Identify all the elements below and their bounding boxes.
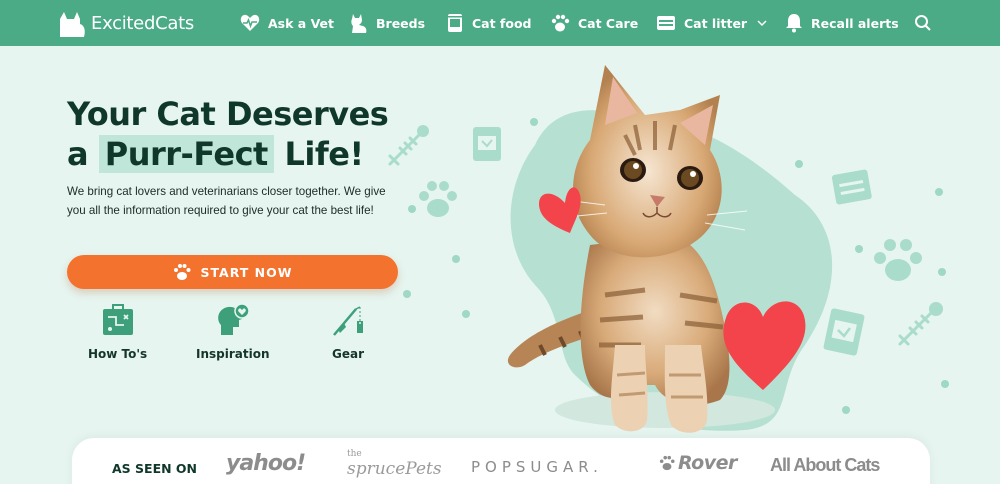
nav-breeds[interactable]: Breeds xyxy=(350,12,425,34)
hero-kitten-illustration xyxy=(507,65,833,433)
category-label: Inspiration xyxy=(196,347,270,361)
category-gear[interactable]: Gear xyxy=(330,303,366,361)
as-seen-on-label: AS SEEN ON xyxy=(112,461,198,476)
brand-logo-yahoo: yahoo! xyxy=(226,451,306,476)
nav-label: Cat food xyxy=(472,15,532,31)
category-label: Gear xyxy=(331,347,364,361)
decor-dot xyxy=(935,188,943,196)
paw-icon xyxy=(551,14,570,32)
nav-label: Ask a Vet xyxy=(268,15,335,31)
hero-title-line2: a Purr-Fect Life! xyxy=(67,134,388,174)
top-nav: ExcitedCats Ask a Vet Breeds Cat food Ca… xyxy=(0,0,1000,46)
brand-logo-rover: Rover xyxy=(658,452,737,474)
paw-icon xyxy=(659,455,675,471)
hero-title-line1: Your Cat Deserves xyxy=(67,95,389,133)
cat-logo-icon xyxy=(60,12,85,37)
nav-recall-alerts[interactable]: Recall alerts xyxy=(785,12,899,34)
search-button[interactable] xyxy=(914,12,932,34)
nav-cat-litter[interactable]: Cat litter xyxy=(656,12,767,34)
hero-description: We bring cat lovers and veterinarians cl… xyxy=(67,185,386,217)
fish-bone-icon xyxy=(388,125,429,166)
decor-dot xyxy=(462,310,470,318)
blueprint-icon xyxy=(102,304,133,335)
logo-text: ExcitedCats xyxy=(91,12,194,34)
decor-dot xyxy=(452,255,460,263)
head-heart-icon xyxy=(217,303,250,335)
nav-cat-food[interactable]: Cat food xyxy=(446,12,532,34)
brand-logo-rover-text: Rover xyxy=(678,452,737,474)
search-icon xyxy=(915,15,931,31)
hero-title: Your Cat Deserves a Purr-Fect Life! xyxy=(67,94,389,174)
decor-dot xyxy=(938,268,946,276)
hero-title-pre: a xyxy=(67,135,89,173)
category-label: How To's xyxy=(88,347,148,361)
decor-dot xyxy=(403,290,411,298)
start-now-label: START NOW xyxy=(200,264,293,280)
chevron-down-icon xyxy=(757,20,767,27)
bell-icon xyxy=(786,14,802,33)
nav-label: Cat Care xyxy=(578,15,639,31)
food-bag-icon xyxy=(448,14,462,32)
decor-dot xyxy=(941,380,949,388)
category-inspiration[interactable]: Inspiration xyxy=(196,303,270,361)
nav-label: Breeds xyxy=(376,15,426,31)
cat-sitting-icon xyxy=(351,14,367,33)
heart-pulse-icon xyxy=(240,14,260,31)
hero-title-post: Life! xyxy=(284,135,364,173)
decor-dot xyxy=(855,245,863,253)
paw-icon xyxy=(174,264,191,280)
nav-cat-care[interactable]: Cat Care xyxy=(550,12,638,34)
hero-title-highlight: Purr-Fect xyxy=(98,135,274,173)
brand-logo-spruce-pets: the sprucePets xyxy=(347,449,442,480)
cat-toy-wand-icon xyxy=(333,306,363,336)
paw-print-icon xyxy=(419,181,457,217)
fish-bone-icon xyxy=(898,302,943,346)
litter-box-icon xyxy=(657,16,675,30)
brand-logo-popsugar: POPSUGAR. xyxy=(471,458,603,476)
nav-ask-a-vet[interactable]: Ask a Vet xyxy=(240,12,334,34)
brand-logo-spruce-the: the xyxy=(347,449,362,459)
nav-label: Recall alerts xyxy=(811,15,899,31)
nav-label: Cat litter xyxy=(684,15,748,31)
brand-logo-spruce-name: sprucePets xyxy=(347,459,442,479)
category-how-tos[interactable]: How To's xyxy=(88,303,147,361)
site-logo[interactable]: ExcitedCats xyxy=(57,8,194,38)
brand-logo-all-about-cats: All About Cats xyxy=(770,455,880,475)
paw-print-icon xyxy=(874,239,922,281)
start-now-button[interactable]: START NOW xyxy=(67,255,398,289)
